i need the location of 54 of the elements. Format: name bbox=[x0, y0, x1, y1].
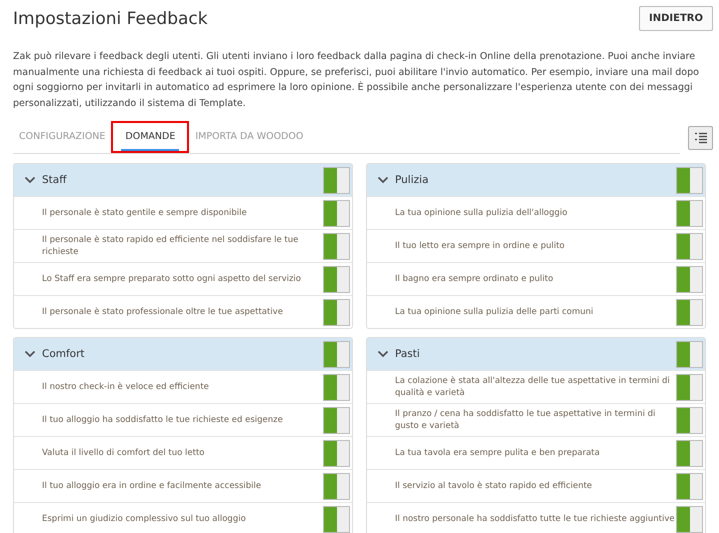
panel-title: Staff bbox=[42, 174, 68, 186]
question-text: Lo Staff era sempre preparato sotto ogni aspetto del servizio bbox=[42, 273, 302, 286]
toggle-switch[interactable] bbox=[676, 440, 703, 466]
toggle-switch[interactable] bbox=[676, 298, 703, 326]
question-text: La tua tavola era sempre pulita e ben preparata bbox=[395, 447, 601, 460]
toggle-switch[interactable] bbox=[323, 406, 350, 434]
question-text: Il nostro personale ha soddisfatto tutte le tue richieste aggiuntive bbox=[395, 513, 676, 526]
question-text: Il personale è stato gentile e sempre disponibile bbox=[42, 207, 248, 220]
list-view-button[interactable] bbox=[688, 126, 713, 150]
chevron-icon[interactable] bbox=[24, 176, 36, 184]
question-text: Il nostro check-in è veloce ed efficiente bbox=[42, 381, 210, 394]
toggle-switch[interactable] bbox=[323, 506, 350, 532]
toggle-switch[interactable] bbox=[323, 298, 350, 326]
panel-title: Pasti bbox=[395, 348, 421, 360]
tab[interactable]: DOMANDE bbox=[121, 123, 180, 151]
question-text: Il tuo letto era sempre in ordine e pulito bbox=[395, 240, 566, 253]
toggle-switch[interactable] bbox=[323, 200, 350, 226]
toggle-switch[interactable] bbox=[676, 266, 703, 292]
toggle-switch[interactable] bbox=[676, 506, 703, 532]
toggle-switch[interactable] bbox=[676, 472, 703, 500]
question-text: Esprimi un giudizio complessivo sul tuo alloggio bbox=[42, 513, 247, 526]
toggle-switch[interactable] bbox=[676, 166, 703, 194]
toggle-switch[interactable] bbox=[323, 232, 350, 260]
page-title: Impostazioni Feedback bbox=[13, 8, 208, 28]
panel-title: Comfort bbox=[42, 348, 86, 360]
toggle-switch[interactable] bbox=[676, 340, 703, 368]
question-text: Il tuo alloggio ha soddisfatto le tue richieste ed esigenze bbox=[42, 414, 284, 427]
question-text: La tua opinione sulla pulizia dell'alloggio bbox=[395, 207, 568, 220]
question-text: Valuta il livello di comfort del tuo letto bbox=[42, 447, 206, 460]
toggle-switch[interactable] bbox=[323, 340, 350, 368]
back-button[interactable]: INDIETRO bbox=[639, 6, 713, 31]
toggle-switch[interactable] bbox=[323, 472, 350, 500]
chevron-icon[interactable] bbox=[377, 176, 389, 184]
question-text: La tua opinione sulla pulizia delle parti comuni bbox=[395, 306, 594, 319]
toggle-switch[interactable] bbox=[676, 200, 703, 226]
panel-title: Pulizia bbox=[395, 174, 430, 186]
toggle-switch[interactable] bbox=[323, 166, 350, 194]
description-text: Zak può rilevare i feedback degli utenti. Gli utenti inviano i loro feedback dalla pagina di check-in Online della prenotazione. Puoi anche inviare manualmente una richiesta di feedback ai tuoi ospiti. Oppure, se preferisci, puoi abilitare l'invio automatico. Per esempio, inviare una mail dopo ogni soggiorno per invitarli in automatico ad esprimere la loro opinione. È possibile anche personalizzare l'esperienza utente con dei messaggi personalizzati, utilizzando il sistema di Template. bbox=[13, 50, 700, 110]
toggle-switch[interactable] bbox=[676, 374, 703, 400]
toggle-switch[interactable] bbox=[323, 374, 350, 400]
toggle-switch[interactable] bbox=[323, 266, 350, 292]
toggle-switch[interactable] bbox=[676, 232, 703, 260]
chevron-icon[interactable] bbox=[377, 350, 389, 358]
question-text: Il servizio al tavolo è stato rapido ed efficiente bbox=[395, 480, 594, 493]
question-text: Il personale è stato rapido ed efficiente nel soddisfare le tue richieste bbox=[42, 234, 300, 259]
toggle-switch[interactable] bbox=[676, 406, 703, 434]
question-text: La colazione è stata all'altezza delle tue aspettative in termini di qualità e varietà bbox=[395, 375, 671, 400]
chevron-icon[interactable] bbox=[24, 350, 36, 358]
question-text: Il personale è stato professionale oltre le tue aspettative bbox=[42, 306, 284, 319]
toggle-switch[interactable] bbox=[323, 440, 350, 466]
question-text: Il tuo alloggio era in ordine e facilmente accessibile bbox=[42, 480, 262, 493]
question-text: Il bagno era sempre ordinato e pulito bbox=[395, 273, 554, 286]
list-icon bbox=[694, 132, 708, 144]
question-text: Il pranzo / cena ha soddisfatto le tue aspettative in termini di gusto e varietà bbox=[395, 408, 656, 433]
